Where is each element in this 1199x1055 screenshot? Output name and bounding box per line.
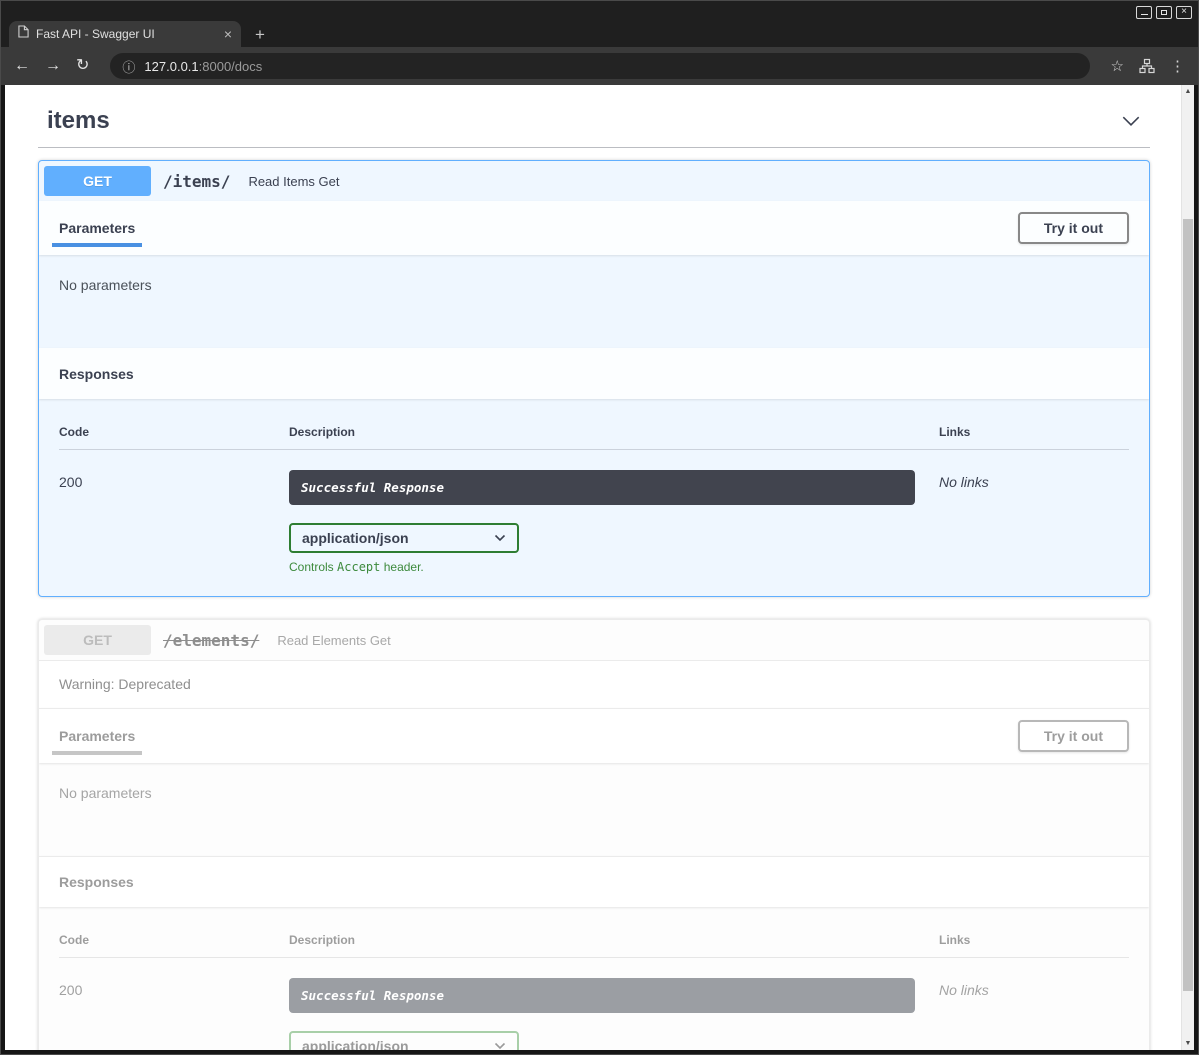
select-chevron-icon bbox=[494, 534, 506, 542]
minimize-icon bbox=[1141, 14, 1148, 15]
endpoint-path: /items/ bbox=[151, 172, 240, 191]
endpoint-path: /elements/ bbox=[151, 631, 269, 650]
forward-icon[interactable]: → bbox=[45, 58, 61, 74]
accept-header-note: Controls Accept header. bbox=[289, 560, 939, 574]
method-badge: GET bbox=[44, 166, 151, 196]
scroll-down-icon[interactable]: ▼ bbox=[1182, 1040, 1194, 1047]
endpoint-summary: Read Elements Get bbox=[269, 633, 390, 648]
url-host: 127.0.0.1 bbox=[144, 59, 198, 74]
bookmark-star-icon[interactable]: ☆ bbox=[1111, 59, 1124, 74]
site-info-icon[interactable]: ⓘ bbox=[122, 57, 135, 76]
opblock-get-items: GET /items/ Read Items Get Parameters Tr… bbox=[38, 160, 1150, 597]
scroll-up-icon[interactable]: ▲ bbox=[1182, 88, 1194, 95]
tag-section-header[interactable]: items bbox=[38, 103, 1150, 148]
maximize-icon bbox=[1161, 10, 1167, 15]
page-viewport: items GET /items/ Read Items Get Paramet… bbox=[5, 85, 1181, 1050]
titlebar: × bbox=[1, 1, 1198, 19]
back-icon[interactable]: ← bbox=[14, 58, 30, 74]
content-area: items GET /items/ Read Items Get Paramet… bbox=[1, 85, 1198, 1054]
links-column-header: Links bbox=[939, 425, 1129, 439]
url-path: :8000/docs bbox=[199, 59, 263, 74]
close-button[interactable]: × bbox=[1176, 6, 1192, 19]
browser-toolbar: ← → ↻ ⓘ 127.0.0.1:8000/docs ☆ ⋮ bbox=[1, 47, 1198, 85]
responses-table: Code Description Links 200 Successful Re… bbox=[39, 399, 1149, 596]
response-row: 200 Successful Response application/json… bbox=[59, 958, 1129, 1050]
no-parameters-text: No parameters bbox=[39, 763, 1149, 856]
accept-code: Accept bbox=[337, 560, 380, 574]
responses-table: Code Description Links 200 Successful Re… bbox=[39, 907, 1149, 1050]
accept-note-prefix: Controls bbox=[289, 560, 337, 574]
opblock-summary[interactable]: GET /items/ Read Items Get bbox=[39, 161, 1149, 201]
no-parameters-text: No parameters bbox=[39, 255, 1149, 348]
links-column-header: Links bbox=[939, 933, 1129, 947]
swagger-ui: items GET /items/ Read Items Get Paramet… bbox=[5, 85, 1181, 1050]
address-bar[interactable]: ⓘ 127.0.0.1:8000/docs bbox=[110, 53, 1089, 79]
deprecated-warning: Warning: Deprecated bbox=[39, 660, 1149, 708]
scrollbar-thumb[interactable] bbox=[1183, 219, 1193, 991]
media-type-select[interactable]: application/json bbox=[289, 1031, 519, 1050]
parameters-tab[interactable]: Parameters bbox=[59, 220, 135, 236]
response-code: 200 bbox=[59, 978, 289, 1050]
response-description: Successful Response bbox=[289, 470, 915, 505]
tab-title: Fast API - Swagger UI bbox=[36, 27, 217, 41]
responses-table-head: Code Description Links bbox=[59, 917, 1129, 958]
section-title: items bbox=[47, 107, 110, 135]
response-description-cell: Successful Response application/json Con… bbox=[289, 470, 939, 574]
responses-header: Responses bbox=[39, 856, 1149, 907]
sitemap-icon[interactable] bbox=[1139, 58, 1155, 74]
chevron-down-icon[interactable] bbox=[1120, 110, 1142, 132]
try-it-out-button[interactable]: Try it out bbox=[1018, 720, 1129, 752]
response-description: Successful Response bbox=[289, 978, 915, 1013]
parameters-tab[interactable]: Parameters bbox=[59, 728, 135, 744]
tab-strip: Fast API - Swagger UI × + bbox=[1, 19, 1198, 47]
responses-header: Responses bbox=[39, 348, 1149, 399]
document-icon bbox=[18, 25, 29, 43]
maximize-button[interactable] bbox=[1156, 6, 1172, 19]
select-chevron-icon bbox=[494, 1042, 506, 1050]
media-type-select[interactable]: application/json bbox=[289, 523, 519, 553]
description-column-header: Description bbox=[289, 933, 939, 947]
accept-note-suffix: header. bbox=[380, 560, 423, 574]
parameters-header: Parameters Try it out bbox=[39, 708, 1149, 763]
responses-heading: Responses bbox=[59, 874, 134, 890]
close-icon: × bbox=[1181, 7, 1187, 17]
code-column-header: Code bbox=[59, 425, 289, 439]
browser-window: × Fast API - Swagger UI × + ← → ↻ ⓘ 127.… bbox=[0, 0, 1199, 1055]
opblock-summary[interactable]: GET /elements/ Read Elements Get bbox=[39, 620, 1149, 660]
media-type-value: application/json bbox=[302, 1038, 409, 1050]
responses-heading: Responses bbox=[59, 366, 134, 382]
reload-icon[interactable]: ↻ bbox=[76, 58, 89, 74]
menu-icon[interactable]: ⋮ bbox=[1170, 59, 1185, 74]
response-row: 200 Successful Response application/json… bbox=[59, 450, 1129, 574]
code-column-header: Code bbox=[59, 933, 289, 947]
response-links: No links bbox=[939, 978, 1129, 1050]
response-code: 200 bbox=[59, 470, 289, 574]
description-column-header: Description bbox=[289, 425, 939, 439]
tab-close-icon[interactable]: × bbox=[224, 27, 232, 41]
minimize-button[interactable] bbox=[1136, 6, 1152, 19]
opblock-get-elements-deprecated: GET /elements/ Read Elements Get Warning… bbox=[38, 619, 1150, 1050]
media-type-value: application/json bbox=[302, 530, 409, 546]
endpoint-summary: Read Items Get bbox=[240, 174, 339, 189]
browser-tab[interactable]: Fast API - Swagger UI × bbox=[9, 21, 241, 47]
parameters-header: Parameters Try it out bbox=[39, 201, 1149, 255]
response-links: No links bbox=[939, 470, 1129, 574]
scrollbar[interactable]: ▲ ▼ bbox=[1181, 85, 1194, 1050]
response-description-cell: Successful Response application/json Con… bbox=[289, 978, 939, 1050]
responses-table-head: Code Description Links bbox=[59, 409, 1129, 450]
method-badge: GET bbox=[44, 625, 151, 655]
url-text: 127.0.0.1:8000/docs bbox=[144, 59, 262, 74]
new-tab-button[interactable]: + bbox=[255, 26, 265, 43]
try-it-out-button[interactable]: Try it out bbox=[1018, 212, 1129, 244]
